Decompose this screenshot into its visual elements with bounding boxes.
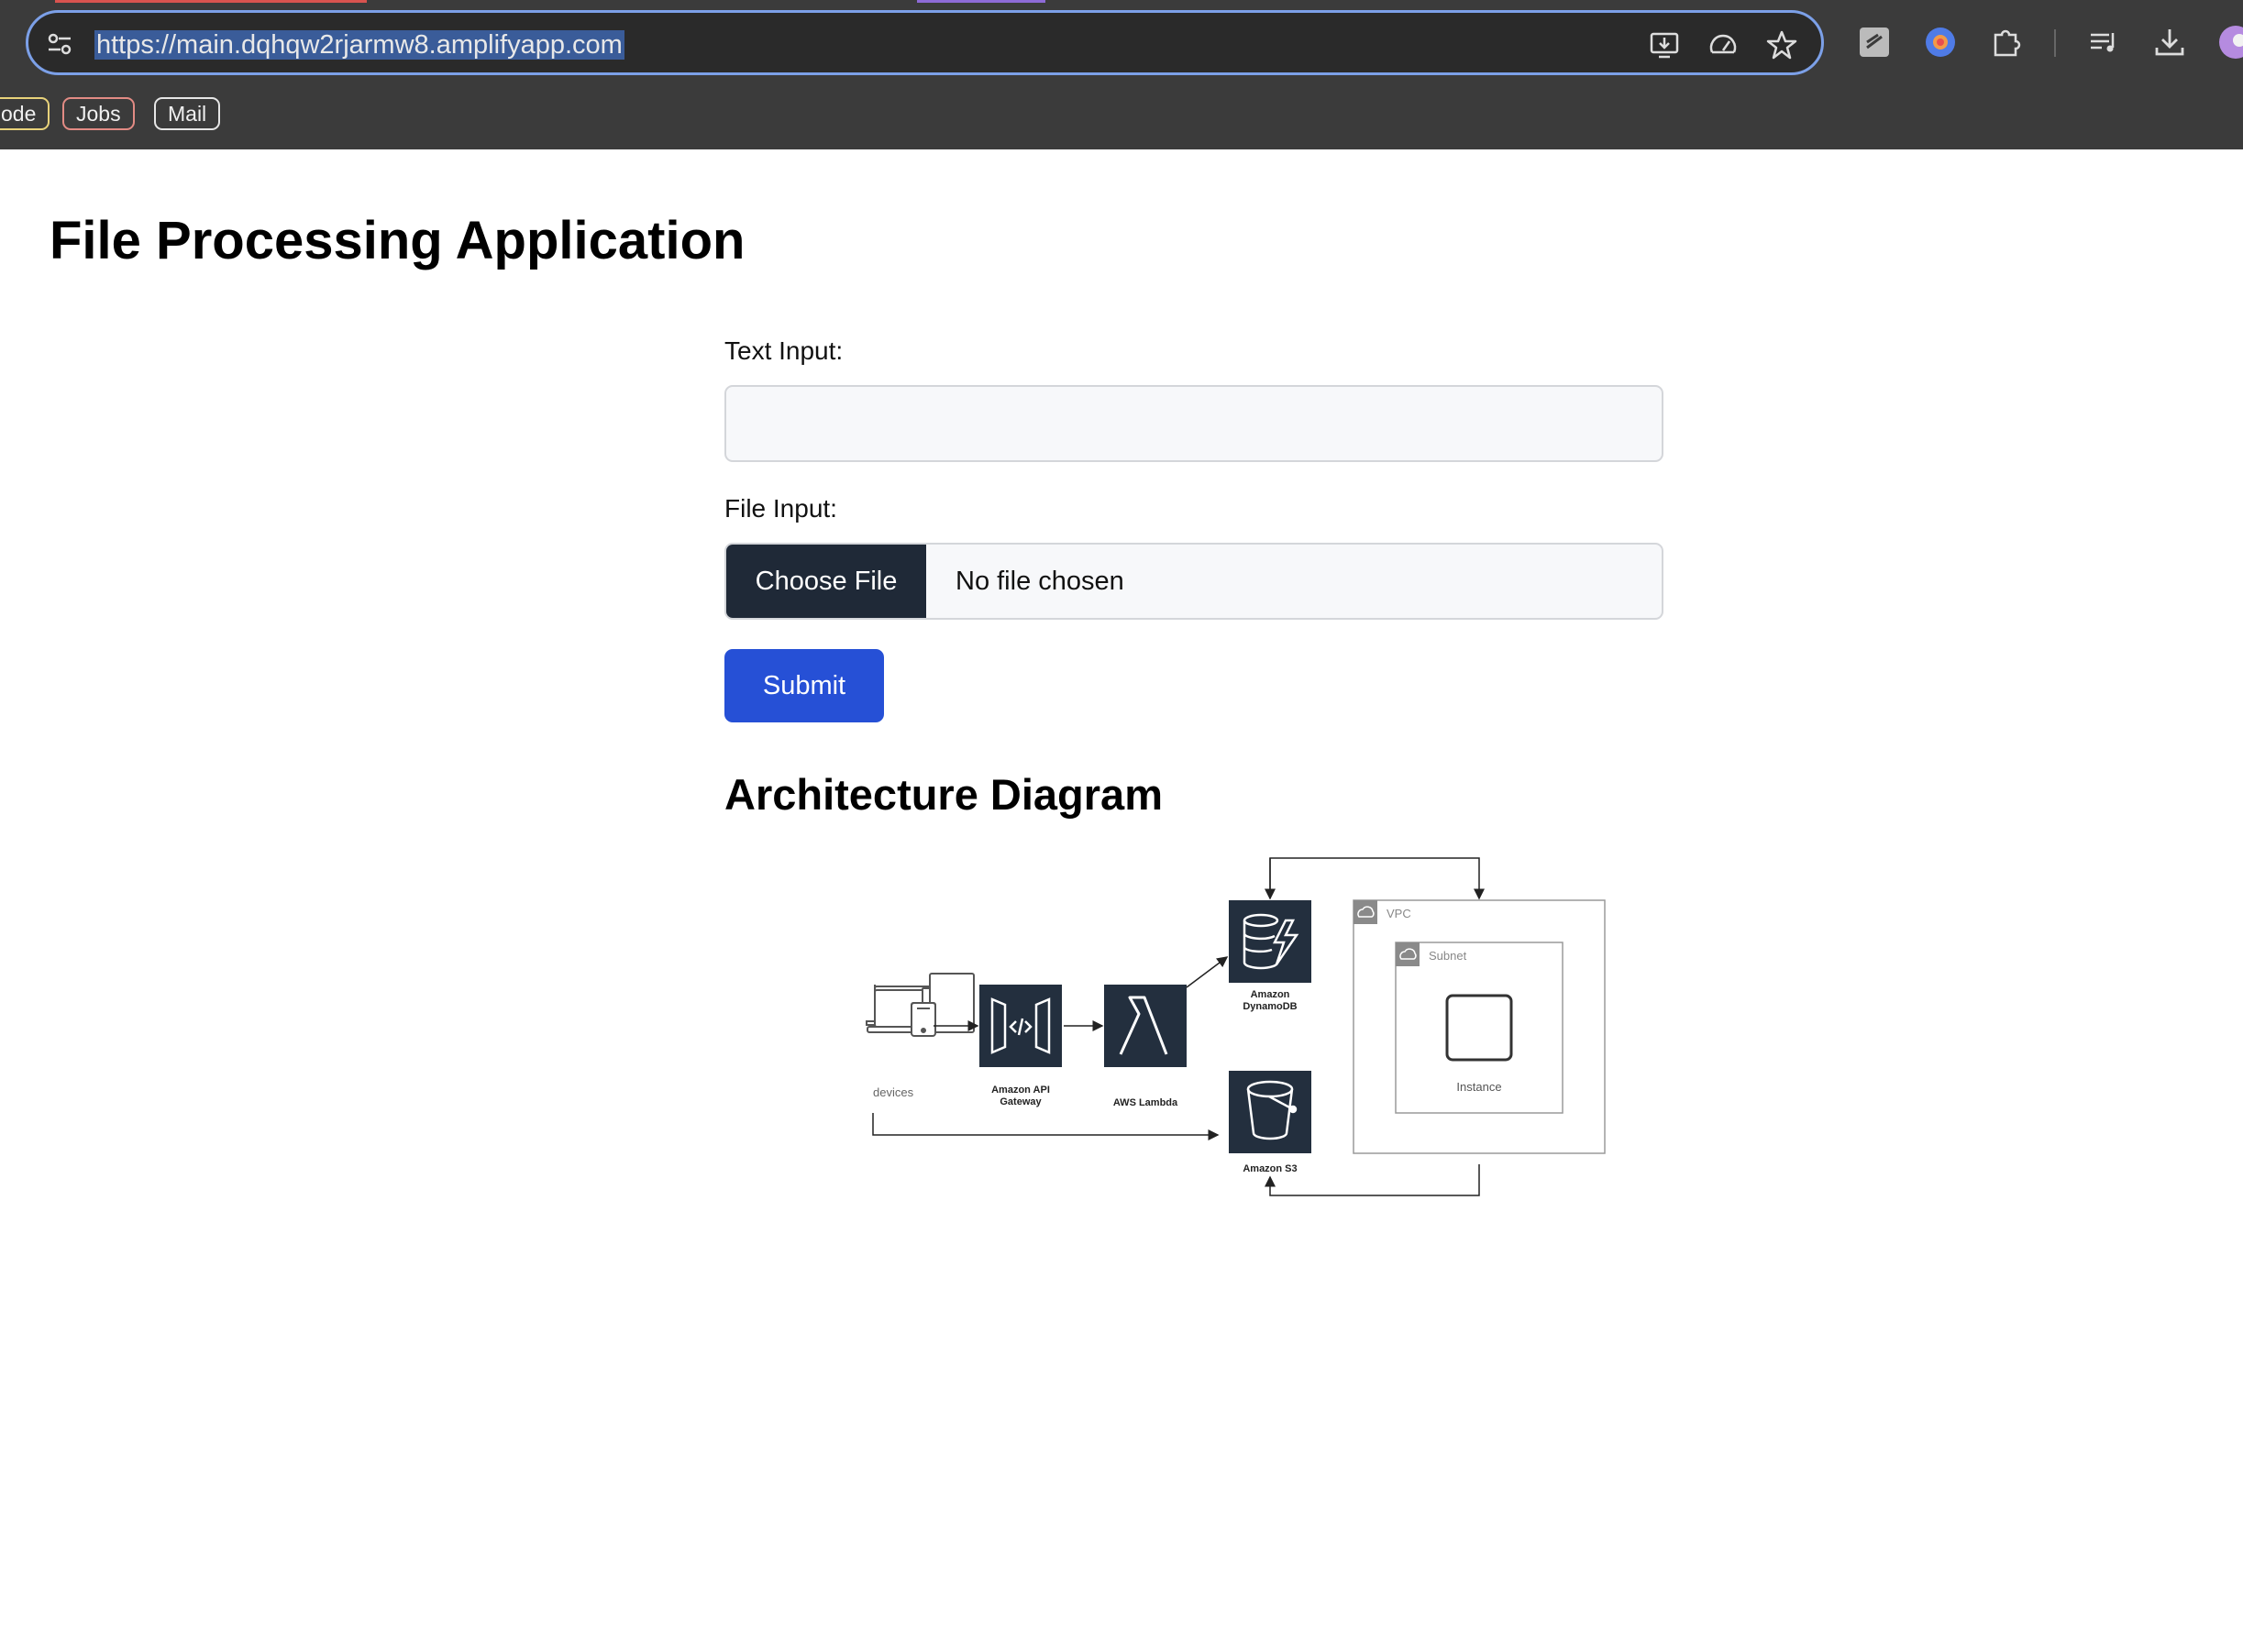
extensions-puzzle-icon[interactable]: [1988, 24, 2025, 61]
dynamodb-label-1: Amazon: [1251, 989, 1290, 1000]
submit-button[interactable]: Submit: [724, 649, 884, 722]
downloads-icon[interactable]: [2151, 24, 2188, 61]
vpc-label: VPC: [1387, 907, 1411, 920]
instance-icon: [1445, 994, 1513, 1062]
browser-chrome: https://main.dqhqw2rjarmw8.amplifyapp.co…: [0, 0, 2243, 149]
file-status-text: No file chosen: [956, 567, 1124, 596]
diagram-heading: Architecture Diagram: [724, 770, 1163, 819]
file-input-label: File Input:: [724, 494, 837, 523]
instance-label: Instance: [1456, 1080, 1501, 1094]
subnet-label: Subnet: [1429, 949, 1467, 963]
address-bar[interactable]: https://main.dqhqw2rjarmw8.amplifyapp.co…: [26, 10, 1824, 75]
site-info-icon[interactable]: [47, 31, 72, 57]
url-text[interactable]: https://main.dqhqw2rjarmw8.amplifyapp.co…: [94, 29, 624, 61]
text-input-label: Text Input:: [724, 336, 844, 365]
page-title: File Processing Application: [50, 211, 746, 270]
media-queue-icon[interactable]: [2085, 24, 2122, 61]
dynamodb-label-2: DynamoDB: [1243, 1001, 1297, 1012]
api-gateway-label-2: Gateway: [1000, 1096, 1042, 1107]
s3-label: Amazon S3: [1243, 1163, 1297, 1174]
extension-notes-icon[interactable]: [1856, 24, 1893, 61]
choose-file-button[interactable]: Choose File: [726, 545, 926, 618]
dynamodb-icon-bg: [1229, 900, 1311, 983]
s3-icon-bg: [1229, 1071, 1311, 1153]
file-input[interactable]: Choose File No file chosen: [724, 543, 1663, 620]
bookmark-star-icon[interactable]: [1765, 28, 1798, 61]
bookmark-code[interactable]: ode: [0, 97, 50, 130]
toolbar-divider: [2054, 29, 2056, 57]
extension-ball-icon[interactable]: [1922, 24, 1959, 61]
lambda-label: AWS Lambda: [1113, 1097, 1178, 1108]
mobile-device-icon: [911, 1002, 936, 1037]
devices-label: devices: [873, 1085, 914, 1099]
bookmark-mail[interactable]: Mail: [154, 97, 221, 130]
tab-strip-edge: [0, 0, 2243, 4]
architecture-diagram: devices Amazon API Gateway AWS Lambda Am…: [866, 857, 1606, 1196]
vpc-box: [1353, 899, 1606, 1154]
profile-avatar-icon[interactable]: [2215, 24, 2243, 61]
install-app-icon[interactable]: [1648, 28, 1681, 61]
text-input-field[interactable]: [724, 385, 1663, 462]
api-gateway-label-1: Amazon API: [991, 1085, 1050, 1096]
performance-icon[interactable]: [1707, 28, 1740, 61]
bookmark-jobs[interactable]: Jobs: [62, 97, 135, 130]
